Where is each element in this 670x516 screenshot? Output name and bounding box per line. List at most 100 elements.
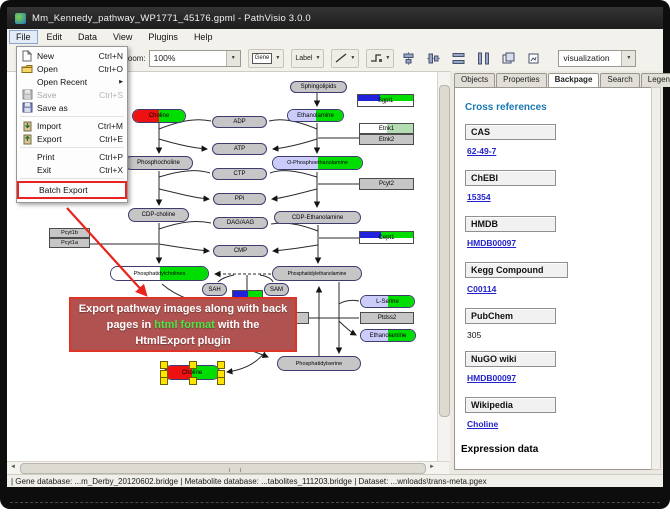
- selection-handle[interactable]: [160, 377, 168, 385]
- selection-handle[interactable]: [189, 361, 197, 369]
- node-choline-top[interactable]: Choline: [132, 109, 186, 123]
- align-center-x-button[interactable]: [397, 49, 419, 68]
- tab-search[interactable]: Search: [600, 73, 639, 87]
- import-icon: [20, 120, 34, 132]
- xref-section-cas: CAS62-49-7: [465, 124, 652, 159]
- node-cept1[interactable]: Cept1: [359, 231, 414, 244]
- xref-link[interactable]: HMDB00097: [467, 238, 516, 248]
- menubar-item-view[interactable]: View: [106, 30, 139, 44]
- tab-backpage[interactable]: Backpage: [548, 73, 600, 87]
- menu-item-label: Save: [37, 90, 56, 100]
- node-ethanolamine-bottom[interactable]: Ethanolamine: [360, 329, 416, 342]
- menubar-item-help[interactable]: Help: [187, 30, 220, 44]
- node-label: Ethanolamine: [361, 330, 415, 341]
- node-l-serine[interactable]: L-Serine: [360, 295, 415, 308]
- xref-section-nugo-wiki: NuGO wikiHMDB00097: [465, 351, 652, 386]
- node-label: Cept1: [360, 232, 413, 243]
- xref-link[interactable]: 15354: [467, 192, 491, 202]
- file-menu-item-new[interactable]: NewCtrl+N: [17, 49, 127, 62]
- xref-source-name: Kegg Compound: [465, 262, 568, 278]
- node-etnk2[interactable]: Etnk2: [359, 134, 414, 145]
- tab-legend[interactable]: Legend: [641, 73, 670, 87]
- file-menu-item-exit[interactable]: ExitCtrl+X: [17, 163, 127, 176]
- align-center-y-button[interactable]: [422, 49, 444, 68]
- node-sam[interactable]: SAM: [264, 283, 289, 296]
- chevron-down-icon[interactable]: ▼: [226, 51, 240, 66]
- node-phosphatidylserine[interactable]: Phosphatidylserine: [277, 356, 361, 371]
- panel-scrollbar[interactable]: [651, 87, 661, 470]
- chevron-down-icon[interactable]: ▼: [621, 51, 635, 66]
- file-menu-item-import[interactable]: ImportCtrl+M: [17, 119, 127, 132]
- app-icon: [15, 13, 26, 24]
- zoom-combobox[interactable]: 100% ▼: [149, 50, 241, 67]
- menubar-item-data[interactable]: Data: [71, 30, 104, 44]
- menu-item-shortcut: Ctrl+O: [98, 64, 123, 74]
- callout-line1: Export pathway images along with back: [79, 303, 287, 315]
- node-sphingolipids[interactable]: Sphingolipids: [290, 81, 347, 93]
- node-ctp[interactable]: CTP: [212, 168, 267, 180]
- annotation-callout: Export pathway images along with back pa…: [69, 297, 297, 352]
- file-menu-item-save[interactable]: SaveCtrl+S: [17, 88, 127, 101]
- node-pcyt1a[interactable]: Pcyt1a: [49, 238, 90, 248]
- xref-link[interactable]: C00114: [467, 284, 496, 294]
- visualization-combobox[interactable]: visualization ▼: [558, 50, 636, 67]
- node-phosphocholine[interactable]: Phosphocholine: [124, 156, 193, 170]
- export-image-button[interactable]: [522, 49, 544, 68]
- node-pcyt1b[interactable]: Pcyt1b: [49, 228, 90, 238]
- datanode-gene-button[interactable]: Gene ▼: [248, 49, 285, 68]
- node-label: Sphingolipids: [291, 82, 346, 92]
- node-ppi[interactable]: PPi: [213, 193, 266, 205]
- menu-separator: [20, 178, 124, 179]
- menu-item-label: Save as: [37, 103, 68, 113]
- file-menu-item-export[interactable]: ExportCtrl+E: [17, 132, 127, 145]
- tab-objects[interactable]: Objects: [454, 73, 495, 87]
- menu-item-label: Export: [37, 134, 62, 144]
- distribute-rows-button[interactable]: [447, 49, 469, 68]
- menubar-item-plugins[interactable]: Plugins: [141, 30, 185, 44]
- save-icon: [20, 89, 34, 100]
- node-pcyt2[interactable]: Pcyt2: [359, 178, 414, 190]
- side-panel-tabs: ObjectsPropertiesBackpageSearchLegend: [454, 73, 661, 87]
- distribute-columns-button[interactable]: [472, 49, 494, 68]
- line-tool-button[interactable]: ▼: [331, 49, 359, 68]
- file-menu-item-save-as[interactable]: Save as: [17, 101, 127, 114]
- node-dag-aag[interactable]: DAG/AAG: [213, 217, 268, 229]
- selection-handle[interactable]: [217, 377, 225, 385]
- menubar-item-edit[interactable]: Edit: [40, 30, 70, 44]
- file-menu-item-open-recent[interactable]: Open Recent▶: [17, 75, 127, 88]
- node-phosphatidylcholines[interactable]: Phosphatidylcholines: [110, 266, 209, 281]
- node-sgpl1[interactable]: Sgpl1: [357, 94, 414, 107]
- node-phosphatidylethanolamine[interactable]: Phosphatidylethanolamine: [272, 266, 362, 281]
- selection-handle[interactable]: [189, 377, 197, 385]
- file-menu-item-open[interactable]: OpenCtrl+O: [17, 62, 127, 75]
- node-atp[interactable]: ATP: [212, 143, 267, 155]
- xref-link[interactable]: 62-49-7: [467, 146, 496, 156]
- label-tool-button[interactable]: Label ▼: [291, 49, 324, 68]
- node-label: CTP: [213, 169, 266, 179]
- connector-tool-button[interactable]: ▼: [366, 49, 394, 68]
- selection-handle[interactable]: [217, 361, 225, 369]
- node-ptdss2[interactable]: Ptdss2: [360, 312, 414, 324]
- node-cdp-ethanolamine[interactable]: CDP-Ethanolamine: [274, 211, 361, 224]
- node-label: Etnk2: [360, 135, 413, 144]
- new-document-icon: [20, 50, 34, 62]
- node-cdp-choline[interactable]: CDP-choline: [128, 208, 189, 222]
- node-etnk1[interactable]: Etnk1: [359, 123, 414, 134]
- menu-separator: [20, 147, 124, 148]
- selection-handle[interactable]: [160, 361, 168, 369]
- common-size-button[interactable]: [497, 49, 519, 68]
- node-ethanolamine-top[interactable]: Ethanolamine: [287, 109, 344, 122]
- zoom-value: 100%: [154, 53, 176, 63]
- node-sah[interactable]: SAH: [202, 283, 227, 296]
- distribute-rows-icon: [452, 52, 465, 65]
- node-cmp[interactable]: CMP: [213, 245, 268, 257]
- node-label: Sgpl1: [358, 95, 413, 106]
- xref-link[interactable]: Choline: [467, 419, 498, 429]
- menubar-item-file[interactable]: File: [9, 30, 38, 44]
- node-adp[interactable]: ADP: [212, 116, 267, 128]
- tab-properties[interactable]: Properties: [496, 73, 546, 87]
- node-o-phosphoethanolamine[interactable]: O-Phosphoethanolamine: [272, 156, 363, 170]
- file-menu-item-print[interactable]: PrintCtrl+P: [17, 150, 127, 163]
- file-menu-item-batch-export[interactable]: Batch Export: [17, 181, 127, 199]
- xref-link[interactable]: HMDB00097: [467, 373, 516, 383]
